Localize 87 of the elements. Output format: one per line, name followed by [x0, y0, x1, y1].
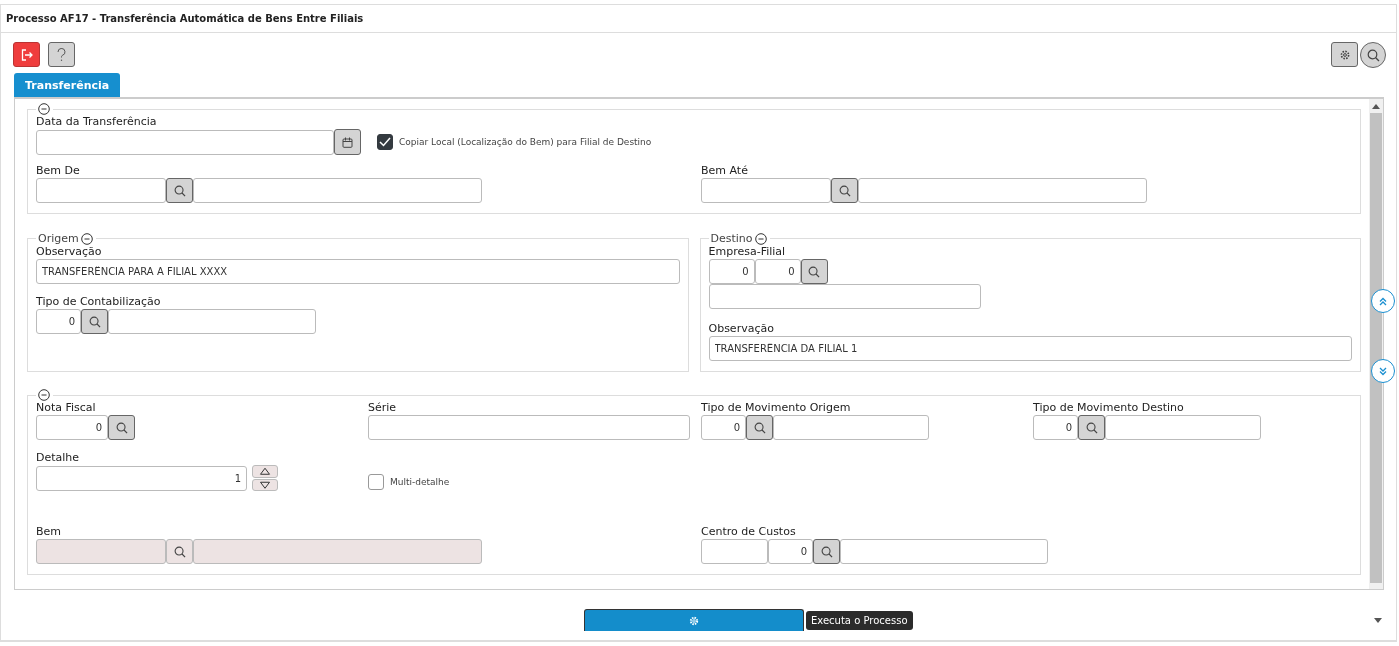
help-button[interactable]: [48, 42, 75, 67]
search-icon: [173, 545, 186, 558]
search-icon: [820, 545, 833, 558]
calendar-button[interactable]: [334, 129, 361, 155]
description-field[interactable]: [773, 415, 929, 440]
scroll-down-arrow-icon[interactable]: [1374, 618, 1382, 623]
search-button[interactable]: [813, 539, 840, 564]
checkbox-label: Multi-detalhe: [390, 477, 450, 487]
field-label: Nota Fiscal: [36, 401, 96, 415]
description-field[interactable]: [108, 309, 316, 334]
field-label: Detalhe: [36, 451, 80, 465]
gear-icon: [689, 615, 699, 626]
field-label: Bem: [36, 525, 62, 539]
collapse-icon[interactable]: [754, 232, 767, 245]
settings-button[interactable]: [1331, 42, 1358, 67]
number-field[interactable]: 0: [768, 539, 813, 564]
field-label: Bem De: [36, 164, 80, 178]
description-field[interactable]: [193, 178, 482, 203]
scroll-up-arrow-icon[interactable]: [1372, 104, 1380, 109]
search-button[interactable]: [166, 178, 193, 203]
search-button[interactable]: [1360, 42, 1386, 68]
tab[interactable]: Transferência: [14, 73, 121, 97]
field-label: Centro de Custos: [701, 525, 796, 539]
field-label: Tipo de Movimento Origem: [701, 401, 851, 415]
description-field[interactable]: [840, 539, 1048, 564]
code-field[interactable]: [36, 178, 166, 203]
code-field[interactable]: 0: [36, 309, 81, 334]
exit-button[interactable]: [13, 42, 40, 67]
search-icon: [88, 315, 101, 328]
search-button[interactable]: [746, 415, 773, 440]
search-icon: [838, 184, 851, 197]
double-chevron-up-icon: [1379, 296, 1387, 306]
field-label: Data da Transferência: [36, 115, 157, 129]
collapse-icon[interactable]: [38, 389, 50, 401]
search-icon: [173, 184, 186, 197]
exit-icon: [20, 48, 33, 61]
code-field[interactable]: [701, 539, 768, 564]
calendar-icon: [342, 136, 353, 148]
code-field[interactable]: 0: [1033, 415, 1078, 440]
field-label: Bem Até: [701, 164, 748, 178]
date-field[interactable]: [36, 129, 334, 155]
number-field[interactable]: 0: [36, 415, 108, 440]
field-label: Observação: [36, 245, 102, 259]
text-field[interactable]: TRANSFERÊNCIA DA FILIAL 1: [708, 336, 1352, 361]
code-field[interactable]: 0: [701, 415, 746, 440]
search-button[interactable]: [1078, 415, 1105, 440]
search-button[interactable]: [800, 259, 828, 284]
execute-button[interactable]: [584, 609, 804, 631]
text-field[interactable]: [368, 415, 690, 440]
window-title: Processo AF17 - Transferência Automática de Bens Entre Filiais: [6, 13, 364, 24]
number-field[interactable]: 1: [36, 465, 247, 491]
search-icon: [1085, 421, 1098, 434]
field-label: Série: [368, 401, 397, 415]
field-label: Empresa-Filial: [708, 245, 786, 259]
search-button[interactable]: [831, 178, 858, 203]
section-title: Origem: [38, 232, 79, 245]
description-field[interactable]: [708, 284, 981, 309]
search-icon: [115, 421, 128, 434]
field-label: Observação: [708, 322, 774, 336]
field-label: Tipo de Movimento Destino: [1033, 401, 1184, 415]
company-field[interactable]: 0: [708, 259, 755, 284]
description-field[interactable]: [858, 178, 1147, 203]
branch-field[interactable]: 0: [754, 259, 801, 284]
settings-icon: [1338, 48, 1351, 61]
description-field[interactable]: [1105, 415, 1261, 440]
search-icon: [1366, 48, 1380, 62]
code-field[interactable]: [701, 178, 831, 203]
stepper-control[interactable]: [252, 465, 278, 491]
field-label: Tipo de Contabilização: [36, 295, 161, 309]
scrollbar[interactable]: [1369, 99, 1383, 589]
double-chevron-down-icon: [1379, 366, 1387, 376]
scroll-down-button[interactable]: [1371, 359, 1395, 383]
checkbox[interactable]: [377, 134, 393, 150]
search-button[interactable]: [81, 309, 108, 334]
search-button[interactable]: [166, 539, 193, 564]
search-icon: [753, 421, 766, 434]
scroll-up-button[interactable]: [1371, 289, 1395, 313]
tooltip: Executa o Processo: [806, 610, 913, 630]
section-title: Destino: [710, 232, 753, 245]
checkbox-label: Copiar Local (Localização do Bem) para Filial de Destino: [399, 137, 652, 147]
help-icon: [57, 47, 66, 62]
checkbox[interactable]: [368, 474, 384, 490]
text-field[interactable]: TRANSFERÊNCIA PARA A FILIAL XXXX: [36, 259, 680, 284]
search-button[interactable]: [108, 415, 135, 440]
collapse-icon[interactable]: [80, 232, 93, 245]
collapse-icon[interactable]: [38, 103, 50, 115]
search-icon: [808, 265, 820, 278]
